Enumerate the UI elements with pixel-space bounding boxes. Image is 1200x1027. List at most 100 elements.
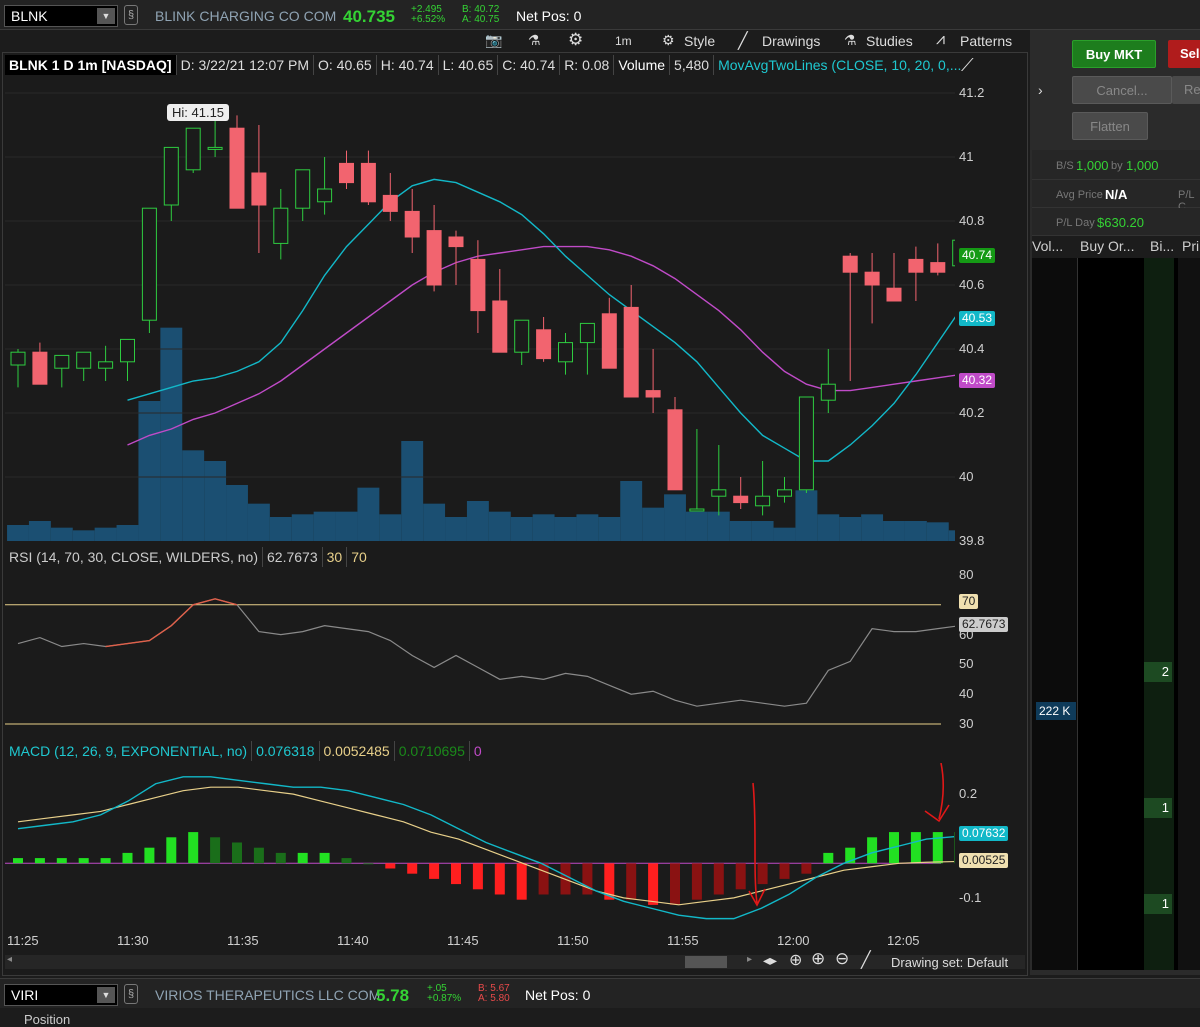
link-icon[interactable]: § <box>124 5 138 25</box>
bid-size-1[interactable]: 2 <box>1144 662 1172 682</box>
macd-histogram-bar <box>35 858 45 863</box>
symbol-input[interactable]: BLNK ▼ <box>4 5 118 27</box>
macd-pane[interactable] <box>5 763 955 929</box>
ask-price-2: A: 5.80 <box>478 994 510 1004</box>
rsi-pane[interactable] <box>5 569 955 733</box>
vol-column <box>1032 258 1078 970</box>
candle-body <box>186 128 200 170</box>
macd-histogram-bar <box>582 863 592 894</box>
scroll-thumb[interactable] <box>685 956 727 968</box>
macd-histogram-bar <box>407 863 417 873</box>
macd-histogram-bar <box>539 863 549 894</box>
pencil-icon[interactable]: ╱ <box>738 31 748 51</box>
flask-icon[interactable]: ⚗ <box>528 32 541 49</box>
camera-icon[interactable]: 📷 <box>485 32 502 49</box>
chart-title: BLNK 1 D 1m [NASDAQ] <box>5 55 177 75</box>
company-name: BLINK CHARGING CO COM <box>155 8 336 24</box>
volume-bar <box>117 525 139 541</box>
symbol-input-2[interactable]: VIRI▼ <box>4 984 118 1006</box>
ladder-body[interactable] <box>1032 258 1200 970</box>
drawings-menu[interactable]: Drawings <box>762 33 820 49</box>
volume-bar <box>73 530 95 541</box>
flask-studies-icon[interactable]: ⚗ <box>844 32 857 49</box>
col-volume[interactable]: Vol... <box>1032 238 1063 254</box>
chart-close: C: 40.74 <box>498 55 560 75</box>
scroll-right-arrow[interactable]: ▸ <box>747 954 752 965</box>
volume-bar <box>29 521 51 541</box>
sell-button[interactable]: Sell <box>1168 40 1200 68</box>
macd-histogram-bar <box>429 863 439 879</box>
last-price: 40.735 <box>343 7 395 27</box>
patterns-menu[interactable]: Patterns <box>960 33 1012 49</box>
scrollbar[interactable] <box>5 955 1025 969</box>
volume-bar <box>686 512 708 541</box>
candle-body <box>55 355 69 368</box>
draw-tool-icon[interactable]: ⟋ <box>961 55 974 76</box>
macd-diff: 0.0710695 <box>395 741 470 761</box>
macd-histogram-bar <box>188 832 198 863</box>
cancel-button[interactable]: Cancel... <box>1072 76 1172 104</box>
style-icon[interactable]: ⚙ <box>662 32 675 49</box>
buy-mkt-button[interactable]: Buy MKT <box>1072 40 1156 68</box>
drawing-set-label[interactable]: Drawing set: Default <box>891 955 1008 970</box>
reverse-button[interactable]: Re <box>1172 76 1200 104</box>
volume-bar <box>182 450 204 541</box>
macd-histogram-bar <box>736 863 746 889</box>
bs-value2: 1,000 <box>1126 158 1159 173</box>
flatten-button[interactable]: Flatten <box>1072 112 1148 140</box>
col-price[interactable]: Pri <box>1182 238 1199 254</box>
rsi-70-tag: 70 <box>959 594 978 609</box>
annotation-arrow <box>925 763 949 821</box>
volume-value: 5,480 <box>670 55 714 75</box>
price-tick: 39.8 <box>959 533 984 548</box>
expand-icon[interactable]: ◂▸ <box>763 952 777 969</box>
crosshair-icon[interactable]: ⊕ <box>789 950 802 970</box>
candle-body <box>756 496 770 506</box>
candle-body <box>99 362 113 368</box>
rsi-label: RSI (14, 70, 30, CLOSE, WILDERS, no) <box>5 547 263 567</box>
interval-selector[interactable]: 1m <box>615 34 632 48</box>
col-bid[interactable]: Bi... <box>1150 238 1174 254</box>
rsi-chart <box>5 569 955 733</box>
zoom-out-icon[interactable]: ⊖ <box>835 949 849 969</box>
price-pane[interactable] <box>5 77 955 541</box>
collapse-icon[interactable]: › <box>1038 82 1043 98</box>
candle-body <box>33 352 47 384</box>
time-tick: 11:45 <box>447 933 479 948</box>
price-tick: 41.2 <box>959 85 984 100</box>
chevron-down-icon[interactable]: ▼ <box>97 8 115 24</box>
price-tick: 40.6 <box>959 277 984 292</box>
scroll-left-arrow[interactable]: ◂ <box>7 954 12 965</box>
macd-histogram-bar <box>670 863 680 905</box>
avg-price-label: Avg Price <box>1056 189 1103 201</box>
volume-bar <box>314 512 336 541</box>
candle-body <box>887 288 901 301</box>
studies-menu[interactable]: Studies <box>866 33 913 49</box>
gear-icon[interactable]: ⚙ <box>568 30 583 50</box>
volume-bar <box>226 485 248 541</box>
bid-size-2[interactable]: 1 <box>1144 798 1172 818</box>
macd-histogram-bar <box>867 837 877 863</box>
macd-histogram-bar <box>780 863 790 879</box>
position-tab[interactable]: Position <box>24 1012 70 1027</box>
style-menu[interactable]: Style <box>684 33 715 49</box>
volume-bar <box>379 514 401 541</box>
chevron-down-icon[interactable]: ▼ <box>97 987 115 1003</box>
price-tick: 40.8 <box>959 213 984 228</box>
symbol-text: BLNK <box>11 8 48 24</box>
link-icon[interactable]: § <box>124 984 138 1004</box>
bid-size-3[interactable]: 1 <box>1144 894 1172 914</box>
pencil-draw-icon[interactable]: ╱ <box>861 950 871 970</box>
chart-low: L: 40.65 <box>439 55 499 75</box>
candle-body <box>690 509 704 511</box>
volume-bar <box>927 522 949 541</box>
col-buy-orders[interactable]: Buy Or... <box>1080 238 1134 254</box>
candle-body <box>778 490 792 496</box>
macd-histogram-bar <box>451 863 461 884</box>
zoom-in-icon[interactable]: ⊕ <box>811 949 825 969</box>
rsi-value-tag: 62.7673 <box>959 617 1008 632</box>
chart-area[interactable]: BLNK 1 D 1m [NASDAQ]D: 3/22/21 12:07 PMO… <box>2 52 1028 976</box>
rsi-line <box>18 599 955 706</box>
pattern-icon[interactable]: ⩘ <box>936 31 945 49</box>
time-tick: 11:50 <box>557 933 589 948</box>
